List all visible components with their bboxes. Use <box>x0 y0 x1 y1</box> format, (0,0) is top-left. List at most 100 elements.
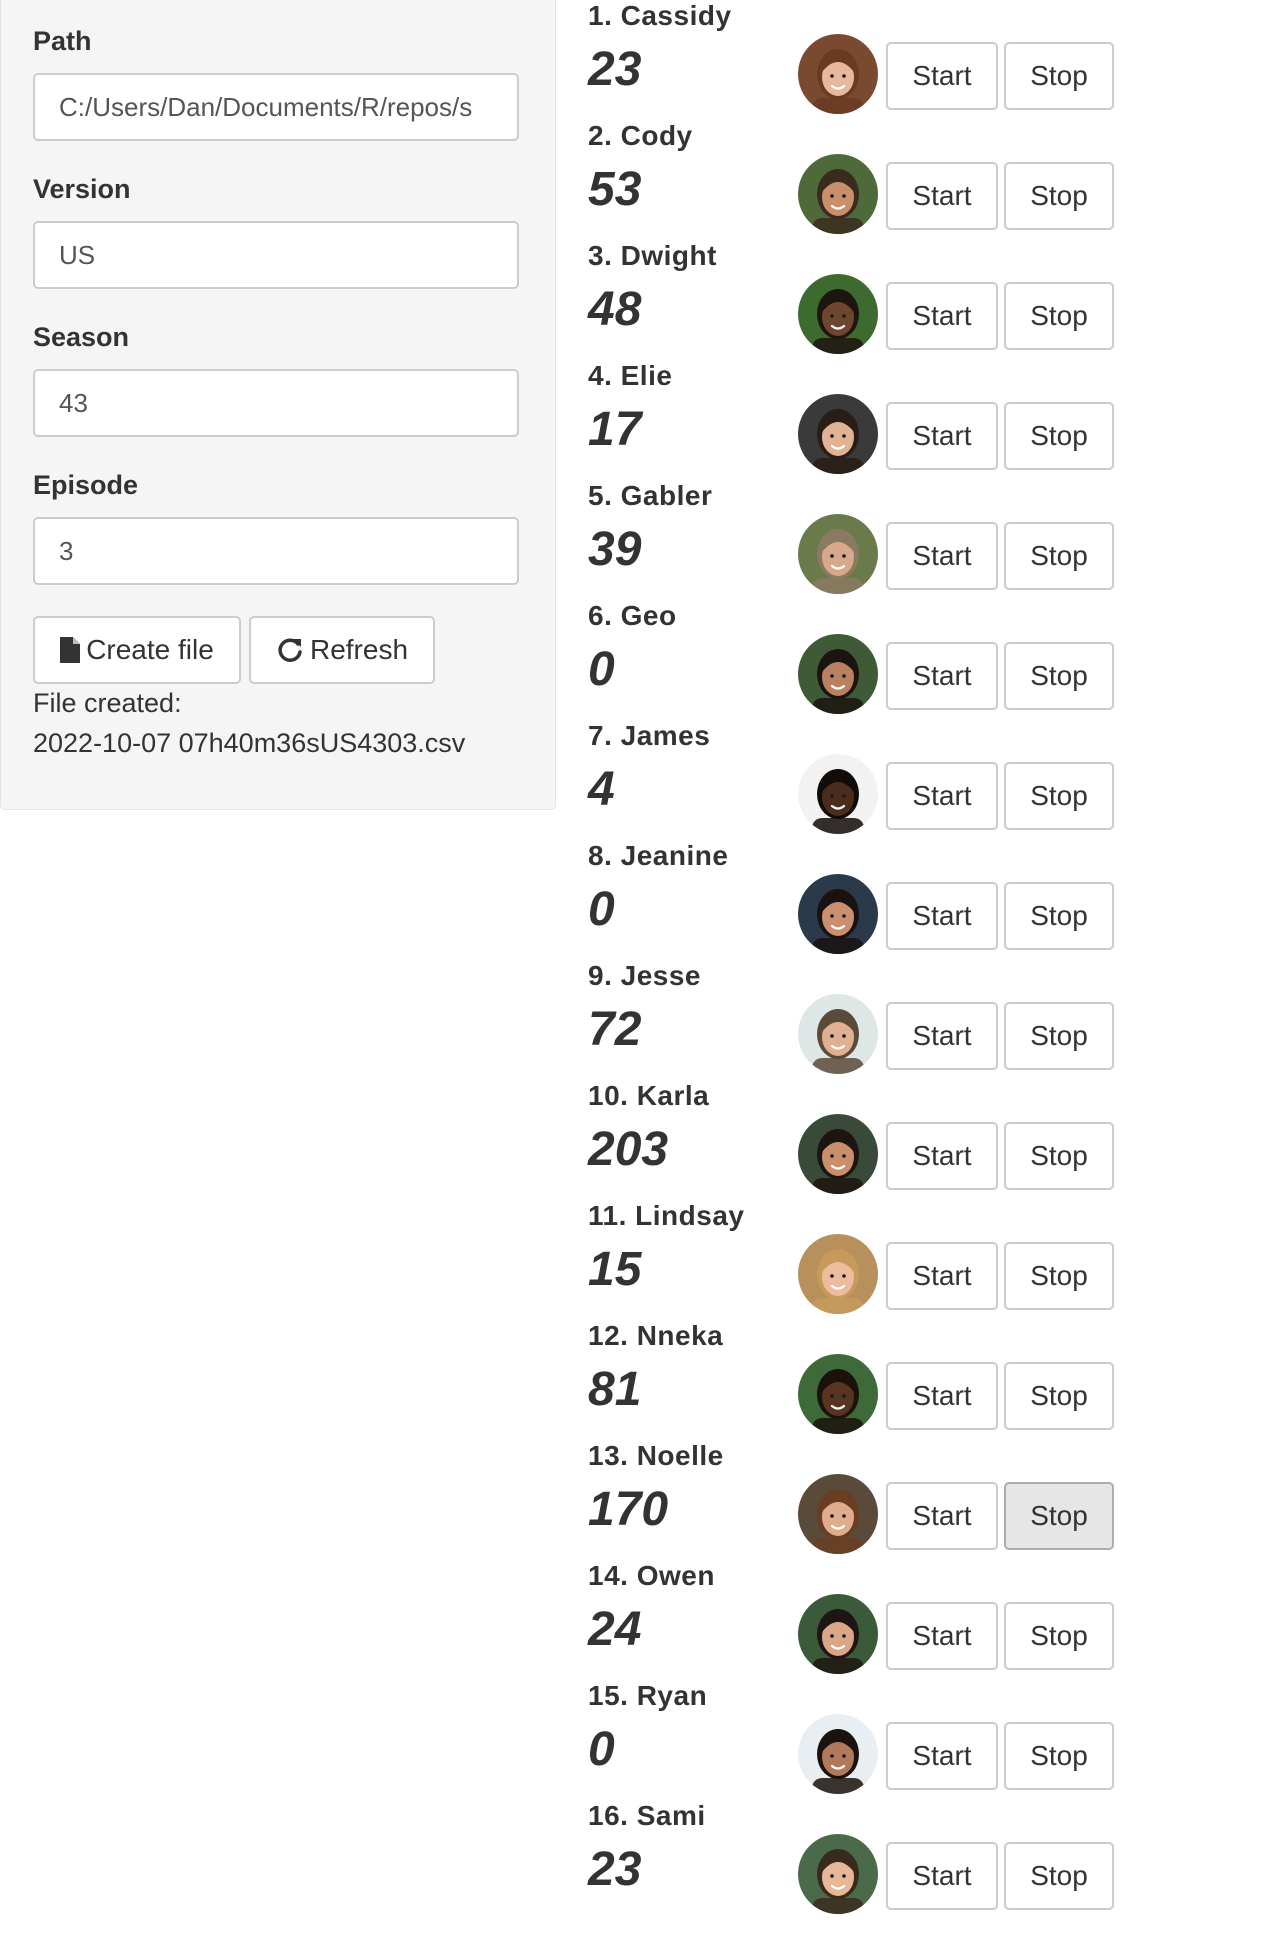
contestant-name: 2. Cody <box>588 120 693 151</box>
start-button[interactable]: Start <box>886 282 998 350</box>
confessional-count: 203 <box>588 1123 669 1176</box>
start-button[interactable]: Start <box>886 1122 998 1190</box>
season-label: Season <box>33 322 130 352</box>
contestant-name: 11. Lindsay <box>588 1200 745 1231</box>
confessional-count: 53 <box>588 163 642 216</box>
start-button[interactable]: Start <box>886 1842 998 1910</box>
avatar <box>798 874 878 954</box>
avatar <box>798 34 878 114</box>
confessional-count: 48 <box>588 283 642 336</box>
contestant-row: 10. Karla 203 Start Stop <box>588 1080 1148 1214</box>
confessional-count: 0 <box>588 883 615 936</box>
contestant-name: 12. Nneka <box>588 1320 724 1351</box>
confessional-count: 72 <box>588 1003 642 1056</box>
refresh-icon <box>276 636 304 664</box>
start-button[interactable]: Start <box>886 42 998 110</box>
start-button[interactable]: Start <box>886 762 998 830</box>
contestant-name: 8. Jeanine <box>588 840 729 871</box>
avatar <box>798 154 878 234</box>
episode-input[interactable] <box>33 517 519 585</box>
stop-button[interactable]: Stop <box>1004 1722 1114 1790</box>
start-button[interactable]: Start <box>886 1602 998 1670</box>
sidebar-panel: Path Version Season Episode Create file … <box>0 0 556 810</box>
contestant-name: 14. Owen <box>588 1560 715 1591</box>
contestant-row: 16. Sami 23 Start Stop <box>588 1800 1148 1934</box>
contestant-row: 12. Nneka 81 Start Stop <box>588 1320 1148 1454</box>
stop-button[interactable]: Stop <box>1004 1002 1114 1070</box>
avatar <box>798 1594 878 1674</box>
contestant-name: 4. Elie <box>588 360 673 391</box>
avatar <box>798 1714 878 1794</box>
stop-button[interactable]: Stop <box>1004 282 1114 350</box>
start-button[interactable]: Start <box>886 522 998 590</box>
version-input[interactable] <box>33 221 519 289</box>
stop-button[interactable]: Stop <box>1004 402 1114 470</box>
confessional-count: 23 <box>588 43 642 96</box>
confessional-count: 17 <box>588 403 642 456</box>
start-button[interactable]: Start <box>886 882 998 950</box>
contestant-name: 7. James <box>588 720 711 751</box>
contestant-name: 10. Karla <box>588 1080 710 1111</box>
contestant-row: 11. Lindsay 15 Start Stop <box>588 1200 1148 1334</box>
start-button[interactable]: Start <box>886 1722 998 1790</box>
start-button[interactable]: Start <box>886 1362 998 1430</box>
stop-button[interactable]: Stop <box>1004 762 1114 830</box>
avatar <box>798 1114 878 1194</box>
stop-button[interactable]: Stop <box>1004 1362 1114 1430</box>
create-file-label: Create file <box>86 634 214 665</box>
contestant-name: 3. Dwight <box>588 240 717 271</box>
start-button[interactable]: Start <box>886 402 998 470</box>
confessional-count: 0 <box>588 1723 615 1776</box>
avatar <box>798 754 878 834</box>
stop-button[interactable]: Stop <box>1004 1602 1114 1670</box>
create-file-button[interactable]: Create file <box>33 616 241 684</box>
confessional-count: 24 <box>588 1603 642 1656</box>
contestant-row: 14. Owen 24 Start Stop <box>588 1560 1148 1694</box>
stop-button[interactable]: Stop <box>1004 1242 1114 1310</box>
avatar <box>798 1474 878 1554</box>
episode-label: Episode <box>33 470 139 500</box>
avatar <box>798 394 878 474</box>
contestant-name: 16. Sami <box>588 1800 706 1831</box>
start-button[interactable]: Start <box>886 1242 998 1310</box>
file-created-label: File created: <box>33 688 182 718</box>
stop-button[interactable]: Stop <box>1004 42 1114 110</box>
start-button[interactable]: Start <box>886 1482 998 1550</box>
stop-button[interactable]: Stop <box>1004 1842 1114 1910</box>
stop-button[interactable]: Stop <box>1004 642 1114 710</box>
avatar <box>798 994 878 1074</box>
stop-button[interactable]: Stop <box>1004 1122 1114 1190</box>
confessional-count: 23 <box>588 1843 642 1896</box>
refresh-label: Refresh <box>309 634 409 665</box>
contestant-name: 9. Jesse <box>588 960 701 991</box>
contestant-row: 9. Jesse 72 Start Stop <box>588 960 1148 1094</box>
season-input[interactable] <box>33 369 519 437</box>
confessional-count: 81 <box>588 1363 642 1416</box>
contestant-row: 6. Geo 0 Start Stop <box>588 600 1148 734</box>
start-button[interactable]: Start <box>886 642 998 710</box>
start-button[interactable]: Start <box>886 162 998 230</box>
stop-button[interactable]: Stop <box>1004 522 1114 590</box>
avatar <box>798 634 878 714</box>
confessional-count: 39 <box>588 523 642 576</box>
contestant-row: 5. Gabler 39 Start Stop <box>588 480 1148 614</box>
refresh-button[interactable]: Refresh <box>249 616 435 684</box>
contestant-name: 1. Cassidy <box>588 0 732 31</box>
avatar <box>798 1234 878 1314</box>
confessional-count: 15 <box>588 1243 642 1296</box>
contestant-row: 7. James 4 Start Stop <box>588 720 1148 854</box>
path-input[interactable] <box>33 73 519 141</box>
confessional-count: 4 <box>588 763 615 816</box>
avatar <box>798 1834 878 1914</box>
contestant-row: 8. Jeanine 0 Start Stop <box>588 840 1148 974</box>
stop-button[interactable]: Stop <box>1004 1482 1114 1550</box>
start-button[interactable]: Start <box>886 1002 998 1070</box>
contestant-name: 13. Noelle <box>588 1440 724 1471</box>
file-created-name: 2022-10-07 07h40m36sUS4303.csv <box>33 728 466 758</box>
stop-button[interactable]: Stop <box>1004 882 1114 950</box>
path-label: Path <box>33 26 92 56</box>
confessional-count: 170 <box>588 1483 669 1536</box>
stop-button[interactable]: Stop <box>1004 162 1114 230</box>
contestant-row: 15. Ryan 0 Start Stop <box>588 1680 1148 1814</box>
contestant-row: 2. Cody 53 Start Stop <box>588 120 1148 254</box>
